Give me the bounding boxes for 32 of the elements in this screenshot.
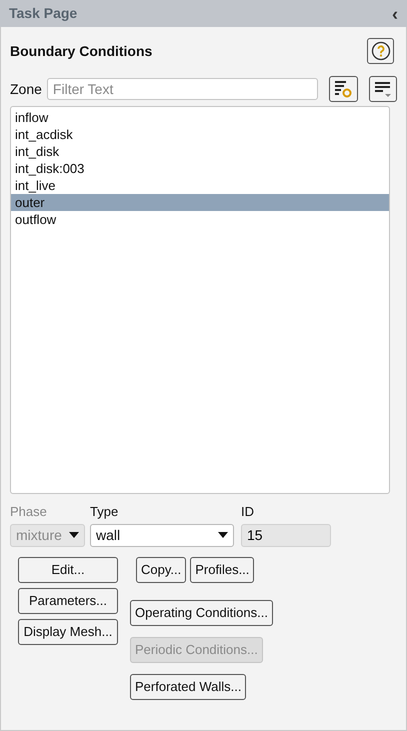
list-item[interactable]: int_acdisk xyxy=(11,126,389,143)
help-button[interactable] xyxy=(367,38,394,64)
action-button[interactable]: Parameters... xyxy=(18,588,118,614)
filter-icon xyxy=(333,80,354,98)
panel-title: Boundary Conditions xyxy=(10,42,152,61)
phase-label: Phase xyxy=(10,503,48,521)
action-button[interactable]: Edit... xyxy=(18,556,118,582)
type-label: Type xyxy=(90,503,120,521)
help-icon xyxy=(370,41,390,61)
action-button[interactable]: Copy... xyxy=(136,556,186,582)
list-item[interactable]: int_disk xyxy=(11,143,389,160)
filter-field[interactable]: Filter Text xyxy=(46,78,318,100)
list-item[interactable]: inflow xyxy=(11,109,389,126)
list-item[interactable]: int_live xyxy=(11,177,389,194)
list-item[interactable]: int_disk:003 xyxy=(11,160,389,177)
filter-button[interactable] xyxy=(328,76,358,102)
header-title: Task Page xyxy=(9,4,78,23)
id-field[interactable]: 15 xyxy=(241,524,331,546)
zone-label: Zone xyxy=(10,80,42,98)
collapse-button[interactable]: ‹ xyxy=(392,4,398,22)
list-item[interactable]: outflow xyxy=(11,211,389,228)
action-button[interactable]: Profiles... xyxy=(190,556,254,582)
action-button[interactable]: Operating Conditions... xyxy=(130,600,273,626)
action-button[interactable]: Perforated Walls... xyxy=(130,674,246,700)
caret-down-icon xyxy=(218,532,228,538)
action-button[interactable]: Display Mesh... xyxy=(18,618,118,644)
sort-icon xyxy=(372,80,393,98)
id-label: ID xyxy=(241,503,255,521)
list-item[interactable]: outer xyxy=(11,194,389,211)
sort-button[interactable] xyxy=(368,76,397,102)
dropdown[interactable]: wall xyxy=(90,524,234,546)
caret-down-icon xyxy=(69,532,79,538)
